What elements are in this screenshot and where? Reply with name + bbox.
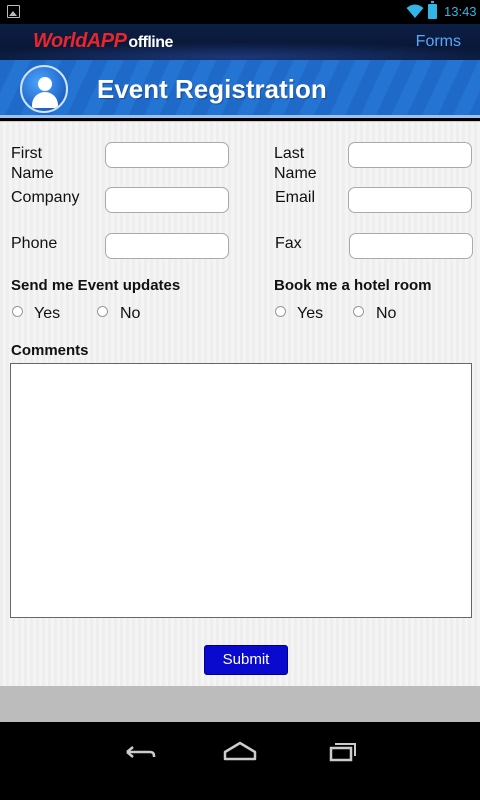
phone-label: Phone: [11, 235, 58, 252]
event-updates-label: Send me Event updates: [11, 277, 181, 294]
phone-field[interactable]: [105, 233, 229, 259]
last-name-label: Last Name: [274, 145, 317, 182]
event-updates-yes-radio[interactable]: [12, 306, 23, 317]
forms-link[interactable]: Forms: [416, 33, 461, 51]
status-clock: 13:43: [444, 4, 477, 19]
wifi-icon: [406, 4, 424, 18]
company-label: Company: [11, 189, 80, 206]
event-updates-yes-label: Yes: [34, 305, 61, 322]
registration-form: First Name Last Name Company Email Phone…: [0, 121, 480, 686]
company-field[interactable]: [105, 187, 229, 213]
event-updates-no-radio[interactable]: [97, 306, 108, 317]
user-avatar-icon: [20, 65, 68, 113]
hotel-room-no-radio[interactable]: [353, 306, 364, 317]
footer-strip: [0, 686, 480, 722]
hotel-room-yes-radio[interactable]: [275, 306, 286, 317]
logo-suffix: offline: [128, 34, 173, 51]
fax-label: Fax: [275, 235, 302, 252]
event-updates-no-label: No: [120, 305, 141, 322]
email-field[interactable]: [348, 187, 472, 213]
last-name-field[interactable]: [348, 142, 472, 168]
form-header: Event Registration: [0, 60, 480, 118]
image-icon: [7, 5, 20, 18]
back-icon[interactable]: [114, 735, 164, 765]
hotel-room-label: Book me a hotel room: [274, 277, 432, 294]
first-name-field[interactable]: [105, 142, 229, 168]
app-bar: WorldAPP offline Forms: [0, 24, 480, 60]
submit-button[interactable]: Submit: [204, 645, 288, 675]
email-label: Email: [275, 189, 316, 206]
home-icon[interactable]: [215, 735, 265, 765]
page-title: Event Registration: [97, 74, 327, 104]
fax-field[interactable]: [349, 233, 473, 259]
app-logo: WorldAPP offline: [33, 30, 173, 53]
comments-textarea[interactable]: [10, 363, 472, 618]
status-bar: 13:43: [0, 0, 480, 24]
recent-apps-icon[interactable]: [317, 735, 367, 765]
hotel-room-yes-label: Yes: [297, 305, 324, 322]
system-nav-bar: [0, 722, 480, 800]
comments-label: Comments: [11, 342, 89, 359]
first-name-label: First Name: [11, 145, 54, 182]
logo-brand: WorldAPP: [33, 30, 127, 52]
battery-icon: [428, 1, 437, 19]
hotel-room-no-label: No: [376, 305, 397, 322]
